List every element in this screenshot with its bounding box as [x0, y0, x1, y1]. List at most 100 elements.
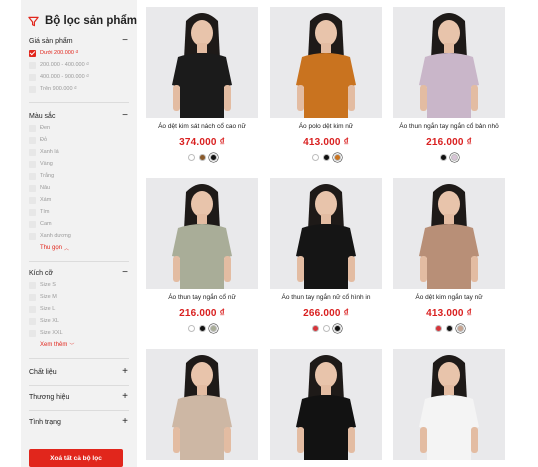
- color-option[interactable]: Xanh dương: [29, 230, 129, 242]
- checkbox[interactable]: [29, 196, 36, 204]
- product-photo[interactable]: [270, 178, 382, 289]
- color-section-header[interactable]: Màu sắc −: [29, 110, 129, 122]
- price-option-200k-400k[interactable]: 200.000 - 400.000 ₫: [29, 59, 129, 71]
- checkbox[interactable]: [29, 61, 36, 69]
- product-photo[interactable]: [270, 349, 382, 460]
- checkbox[interactable]: [29, 136, 36, 144]
- size-section-header[interactable]: Kích cỡ −: [29, 267, 129, 279]
- collapse-icon[interactable]: −: [121, 268, 129, 278]
- product-card[interactable]: Áo polo dệt kim nữ 413.000 ₫: [270, 7, 382, 161]
- checkbox[interactable]: [29, 85, 36, 93]
- product-name[interactable]: Áo dệt kim ngắn tay nữ: [393, 294, 505, 302]
- product-name[interactable]: Áo dệt kim sát nách cổ cao nữ: [146, 123, 258, 131]
- color-option[interactable]: Cam: [29, 218, 129, 230]
- product-name[interactable]: Áo thun tay ngắn nữ cổ hình in: [270, 294, 382, 302]
- product-card[interactable]: [146, 349, 258, 460]
- size-option[interactable]: Size XXL: [29, 327, 129, 339]
- color-swatch[interactable]: [434, 325, 442, 332]
- expand-icon[interactable]: +: [121, 367, 129, 377]
- color-option[interactable]: Xanh lá: [29, 146, 129, 158]
- collapse-icon[interactable]: −: [121, 111, 129, 121]
- checkbox[interactable]: [29, 148, 36, 156]
- product-photo[interactable]: [393, 178, 505, 289]
- size-option[interactable]: Size L: [29, 303, 129, 315]
- color-swatch[interactable]: [187, 154, 195, 161]
- material-section[interactable]: Chất liệu +: [29, 366, 129, 378]
- product-card[interactable]: Áo dệt kim sát nách cổ cao nữ 374.000 ₫: [146, 7, 258, 161]
- color-swatch[interactable]: [322, 325, 330, 332]
- checkbox[interactable]: [29, 281, 36, 289]
- size-option[interactable]: Size XL: [29, 315, 129, 327]
- product-photo[interactable]: [146, 7, 258, 118]
- product-card[interactable]: Áo dệt kim ngắn tay nữ 413.000 ₫: [393, 178, 505, 332]
- product-photo[interactable]: [146, 178, 258, 289]
- checkbox[interactable]: [29, 293, 36, 301]
- color-swatch[interactable]: [209, 154, 217, 161]
- checkbox[interactable]: [29, 124, 36, 132]
- checkbox[interactable]: [29, 220, 36, 228]
- brand-section-header[interactable]: Thương hiệu +: [29, 391, 129, 403]
- color-swatch[interactable]: [322, 154, 330, 161]
- price-option-under-200k[interactable]: Dưới 200.000 ₫: [29, 47, 129, 59]
- status-section[interactable]: Tình trạng +: [29, 416, 129, 428]
- price-section-header[interactable]: Giá sản phẩm −: [29, 35, 129, 47]
- product-name[interactable]: Áo polo dệt kim nữ: [270, 123, 382, 131]
- product-name[interactable]: Áo thun tay ngắn cổ nữ: [146, 294, 258, 302]
- expand-icon[interactable]: +: [121, 417, 129, 427]
- checkbox[interactable]: [29, 208, 36, 216]
- color-swatch[interactable]: [198, 325, 206, 332]
- checkbox[interactable]: [29, 172, 36, 180]
- expand-icon[interactable]: +: [121, 392, 129, 402]
- product-photo[interactable]: [393, 349, 505, 460]
- price-option-over-900k[interactable]: Trên 900.000 ₫: [29, 83, 129, 95]
- color-swatch[interactable]: [311, 325, 319, 332]
- product-photo[interactable]: [146, 349, 258, 460]
- checkbox[interactable]: [29, 160, 36, 168]
- checkbox[interactable]: [29, 329, 36, 337]
- color-swatch[interactable]: [187, 325, 195, 332]
- status-section-header[interactable]: Tình trạng +: [29, 416, 129, 428]
- color-option[interactable]: Trắng: [29, 170, 129, 182]
- product-name[interactable]: Áo thun ngắn tay ngắn cổ bản nhỏ: [393, 123, 505, 131]
- show-more-sizes-label: Xem thêm: [40, 342, 68, 348]
- color-option[interactable]: Đen: [29, 122, 129, 134]
- clear-all-filters-button[interactable]: Xoá tất cả bộ lọc: [29, 449, 123, 467]
- checkbox[interactable]: [29, 73, 36, 81]
- product-card[interactable]: Áo thun ngắn tay ngắn cổ bản nhỏ 216.000…: [393, 7, 505, 161]
- color-option[interactable]: Đỏ: [29, 134, 129, 146]
- material-section-header[interactable]: Chất liệu +: [29, 366, 129, 378]
- color-option[interactable]: Xám: [29, 194, 129, 206]
- collapse-colors-link[interactable]: Thu gọn ︿: [29, 242, 129, 254]
- color-swatch[interactable]: [440, 154, 447, 161]
- color-swatch[interactable]: [456, 325, 464, 332]
- color-swatch[interactable]: [333, 325, 341, 332]
- color-option[interactable]: Vàng: [29, 158, 129, 170]
- size-option[interactable]: Size S: [29, 279, 129, 291]
- color-swatch[interactable]: [451, 154, 458, 161]
- size-option-label: Size M: [40, 294, 57, 300]
- product-card[interactable]: [270, 349, 382, 460]
- checkbox[interactable]: [29, 184, 36, 192]
- color-swatch[interactable]: [445, 325, 453, 332]
- show-more-sizes-link[interactable]: Xem thêm ﹀: [29, 339, 129, 351]
- color-option[interactable]: Nâu: [29, 182, 129, 194]
- color-swatch[interactable]: [333, 154, 341, 161]
- product-photo[interactable]: [393, 7, 505, 118]
- product-photo[interactable]: [270, 7, 382, 118]
- product-card[interactable]: Áo thun tay ngắn cổ nữ 216.000 ₫: [146, 178, 258, 332]
- checkbox[interactable]: [29, 232, 36, 240]
- brand-section[interactable]: Thương hiệu +: [29, 391, 129, 403]
- price-option-400k-900k[interactable]: 400.000 - 900.000 ₫: [29, 71, 129, 83]
- size-option[interactable]: Size M: [29, 291, 129, 303]
- color-option[interactable]: Tím: [29, 206, 129, 218]
- collapse-icon[interactable]: −: [121, 36, 129, 46]
- checkbox[interactable]: [29, 317, 36, 325]
- checkbox[interactable]: [29, 49, 36, 57]
- color-swatch[interactable]: [311, 154, 319, 161]
- product-card[interactable]: Áo thun tay ngắn nữ cổ hình in 266.000 ₫: [270, 178, 382, 332]
- color-swatch[interactable]: [209, 325, 217, 332]
- product-card[interactable]: [393, 349, 505, 460]
- model-photo-illustration: [172, 355, 232, 460]
- checkbox[interactable]: [29, 305, 36, 313]
- color-swatch[interactable]: [198, 154, 206, 161]
